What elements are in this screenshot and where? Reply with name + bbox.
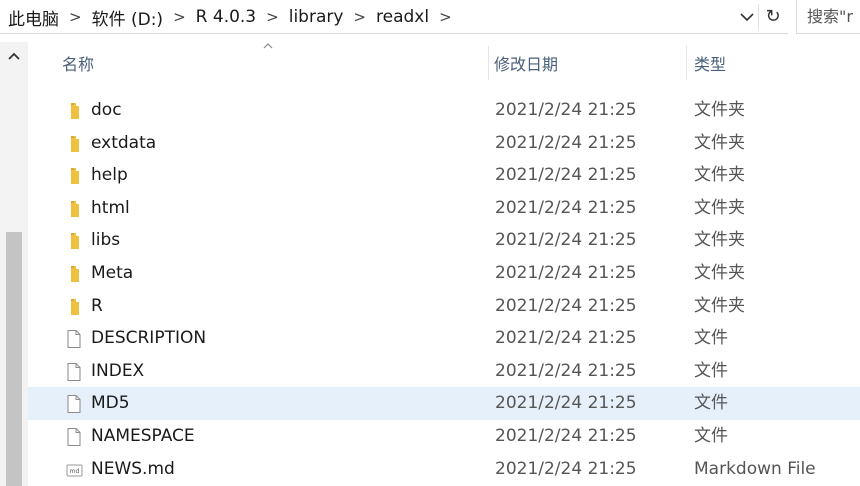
file-type: Markdown File	[694, 458, 816, 479]
svg-text:md: md	[70, 468, 80, 475]
file-row[interactable]: R 2021/2/24 21:25 文件夹	[28, 290, 860, 323]
file-modified-date: 2021/2/24 21:25	[495, 295, 637, 316]
file-row[interactable]: MD5 2021/2/24 21:25 文件	[28, 387, 860, 420]
breadcrumb-this-pc[interactable]: 此电脑	[8, 5, 59, 30]
scrollbar-thumb[interactable]	[6, 232, 22, 486]
file-row[interactable]: Meta 2021/2/24 21:25 文件夹	[28, 257, 860, 290]
file-row[interactable]: libs 2021/2/24 21:25 文件夹	[28, 224, 860, 257]
file-icon	[67, 330, 81, 349]
breadcrumb-separator[interactable]: >	[353, 8, 366, 26]
file-name[interactable]: R	[91, 290, 103, 322]
file-type: 文件	[694, 328, 728, 349]
file-row[interactable]: INDEX 2021/2/24 21:25 文件	[28, 355, 860, 388]
file-name[interactable]: html	[91, 192, 130, 224]
file-modified-date: 2021/2/24 21:25	[495, 262, 637, 283]
file-icon	[67, 427, 81, 446]
file-name[interactable]: doc	[91, 94, 122, 126]
file-modified-date: 2021/2/24 21:25	[495, 458, 637, 479]
file-name[interactable]: NAMESPACE	[91, 420, 195, 452]
breadcrumb-drive-d[interactable]: 软件 (D:)	[92, 5, 164, 30]
folder-icon	[71, 200, 79, 217]
file-name[interactable]: NEWS.md	[91, 453, 175, 485]
file-name[interactable]: DESCRIPTION	[91, 322, 206, 354]
file-type: 文件夹	[694, 295, 745, 316]
search-input[interactable]: 搜索"r	[796, 0, 860, 34]
file-type: 文件	[694, 360, 728, 381]
file-icon	[67, 362, 81, 381]
file-type: 文件夹	[694, 132, 745, 153]
column-header-type[interactable]: 类型	[694, 50, 726, 80]
file-modified-date: 2021/2/24 21:25	[495, 328, 637, 349]
file-type: 文件	[694, 425, 728, 446]
file-type: 文件夹	[694, 262, 745, 283]
file-row[interactable]: extdata 2021/2/24 21:25 文件夹	[28, 127, 860, 160]
address-bar[interactable]: 此电脑 > 软件 (D:) > R 4.0.3 > library > read…	[0, 0, 788, 34]
column-divider[interactable]	[488, 46, 489, 80]
breadcrumb-separator[interactable]: >	[266, 8, 279, 26]
file-row[interactable]: NAMESPACE 2021/2/24 21:25 文件	[28, 420, 860, 453]
file-type: 文件夹	[694, 197, 745, 218]
file-list: doc 2021/2/24 21:25 文件夹 extdata 2021/2/24 21…	[28, 94, 860, 485]
file-modified-date: 2021/2/24 21:25	[495, 132, 637, 153]
chevron-up-icon[interactable]	[6, 48, 22, 64]
file-modified-date: 2021/2/24 21:25	[495, 393, 637, 414]
file-modified-date: 2021/2/24 21:25	[495, 425, 637, 446]
file-modified-date: 2021/2/24 21:25	[495, 197, 637, 218]
breadcrumb-separator[interactable]: >	[173, 8, 186, 26]
file-name[interactable]: help	[91, 159, 128, 191]
breadcrumb-library[interactable]: library	[289, 7, 344, 27]
breadcrumb-readxl[interactable]: readxl	[376, 7, 429, 27]
file-icon	[67, 395, 81, 414]
file-type: 文件	[694, 393, 728, 414]
file-modified-date: 2021/2/24 21:25	[495, 165, 637, 186]
column-header-date[interactable]: 修改日期	[494, 50, 558, 80]
breadcrumb-separator[interactable]: >	[69, 8, 82, 26]
folder-icon	[71, 135, 79, 152]
file-name[interactable]: INDEX	[91, 355, 144, 387]
file-name[interactable]: libs	[91, 224, 120, 256]
folder-icon	[71, 265, 79, 282]
vertical-scrollbar[interactable]	[0, 42, 28, 486]
folder-icon	[71, 233, 79, 250]
breadcrumb-r-version[interactable]: R 4.0.3	[196, 7, 256, 27]
file-name[interactable]: MD5	[91, 387, 130, 419]
column-header-name[interactable]: 名称	[62, 50, 94, 80]
markdown-file-icon: md	[66, 464, 83, 477]
column-divider[interactable]	[686, 46, 687, 80]
breadcrumb: 此电脑 > 软件 (D:) > R 4.0.3 > library > read…	[8, 0, 462, 34]
file-row[interactable]: html 2021/2/24 21:25 文件夹	[28, 192, 860, 225]
file-row[interactable]: md NEWS.md 2021/2/24 21:25 Markdown File	[28, 453, 860, 486]
file-name[interactable]: extdata	[91, 127, 156, 159]
file-row[interactable]: help 2021/2/24 21:25 文件夹	[28, 159, 860, 192]
folder-icon	[71, 298, 79, 315]
file-type: 文件夹	[694, 165, 745, 186]
file-modified-date: 2021/2/24 21:25	[495, 230, 637, 251]
folder-icon	[71, 168, 79, 185]
file-row[interactable]: DESCRIPTION 2021/2/24 21:25 文件	[28, 322, 860, 355]
file-name[interactable]: Meta	[91, 257, 133, 289]
sort-ascending-icon	[263, 43, 273, 49]
address-divider	[758, 4, 759, 30]
chevron-down-icon[interactable]	[737, 8, 757, 26]
refresh-icon[interactable]: ↻	[762, 6, 784, 28]
breadcrumb-separator[interactable]: >	[439, 8, 452, 26]
file-type: 文件夹	[694, 100, 745, 120]
folder-icon	[71, 103, 79, 119]
file-modified-date: 2021/2/24 21:25	[495, 360, 637, 381]
file-type: 文件夹	[694, 230, 745, 251]
file-row[interactable]: doc 2021/2/24 21:25 文件夹	[28, 94, 860, 127]
file-modified-date: 2021/2/24 21:25	[495, 100, 637, 120]
